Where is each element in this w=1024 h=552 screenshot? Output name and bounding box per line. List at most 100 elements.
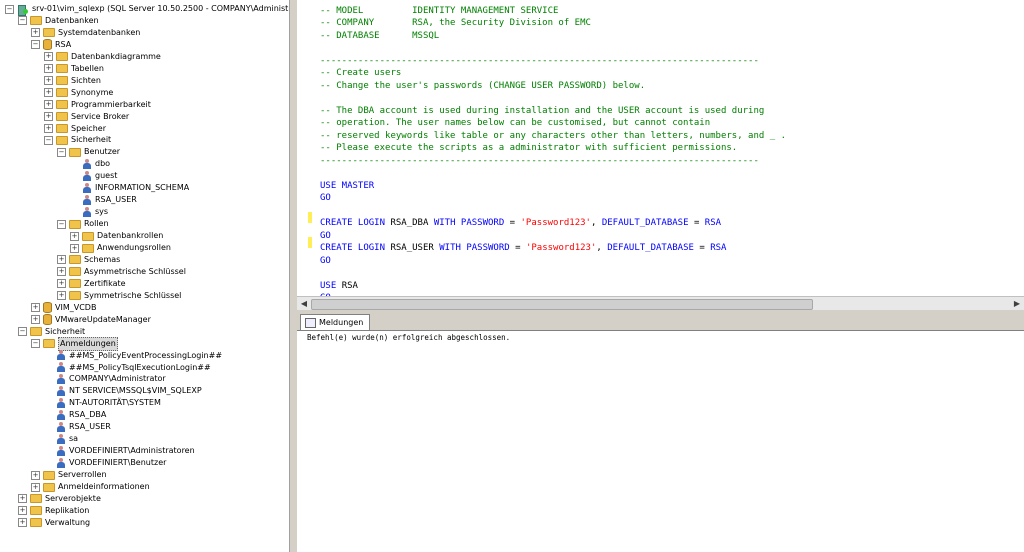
expand-icon[interactable]: + — [57, 291, 66, 301]
tab-messages[interactable]: Meldungen — [300, 314, 371, 330]
user-icon — [56, 457, 66, 469]
folder-icon — [56, 100, 68, 110]
expand-icon[interactable]: + — [57, 279, 66, 289]
expand-icon[interactable]: + — [57, 267, 66, 277]
tree-node[interactable]: + Replikation — [18, 505, 89, 517]
tree-node[interactable]: COMPANY\Administrator — [44, 373, 166, 385]
tree-node[interactable]: + Service Broker — [44, 111, 129, 123]
expand-icon[interactable]: + — [18, 506, 27, 516]
code-area[interactable]: -- PRODUCT RSA AUTHENTICATION MANAGER -- … — [320, 0, 1024, 296]
code-token: 'Password123' — [525, 243, 597, 253]
tree-node[interactable]: ##MS_PolicyEventProcessingLogin## — [44, 350, 222, 362]
tree-node[interactable]: INFORMATION_SCHEMA — [70, 182, 189, 194]
tree-node[interactable]: + Verwaltung — [18, 517, 90, 529]
tree-node[interactable]: NT SERVICE\MSSQL$VIM_SQLEXP — [44, 385, 202, 397]
collapse-icon[interactable]: − — [18, 16, 27, 26]
collapse-icon[interactable]: − — [31, 40, 40, 50]
tree-node[interactable]: dbo — [70, 158, 110, 170]
tree-node-label: Sicherheit — [71, 135, 112, 145]
tree-node[interactable]: + Tabellen — [44, 63, 104, 75]
user-icon — [56, 350, 66, 361]
horizontal-scrollbar[interactable]: ◀ ▶ — [297, 296, 1024, 311]
code-line: ----------------------------------------… — [320, 155, 1024, 168]
expand-icon[interactable]: + — [31, 315, 40, 325]
tree-node[interactable]: VORDEFINIERT\Administratoren — [44, 445, 195, 457]
tree-node-label: Schemas — [84, 254, 121, 264]
expand-icon[interactable]: + — [31, 470, 40, 480]
tree-node[interactable]: − srv-01\vim_sqlexp (SQL Server 10.50.250… — [5, 3, 289, 16]
tree-node[interactable]: + Serverobjekte — [18, 493, 101, 505]
folder-icon — [56, 88, 68, 98]
expand-icon[interactable]: + — [57, 255, 66, 265]
tree-node[interactable]: + Systemdatenbanken — [31, 27, 140, 39]
tree-node[interactable]: ##MS_PolicyTsqlExecutionLogin## — [44, 362, 211, 374]
folder-icon — [56, 64, 68, 74]
tree-node[interactable]: − Anmeldungen — [31, 336, 118, 351]
tree-node[interactable]: + Speicher — [44, 123, 106, 135]
expand-icon[interactable]: + — [44, 76, 53, 86]
tree-node-label: Replikation — [45, 505, 90, 515]
tree-node[interactable]: sys — [70, 206, 108, 218]
expand-icon[interactable]: + — [70, 231, 79, 241]
expand-icon[interactable]: + — [44, 100, 53, 110]
expand-icon[interactable]: + — [18, 518, 27, 528]
tree-node-label: ##MS_PolicyEventProcessingLogin## — [69, 350, 223, 360]
tree-node[interactable]: − RSA — [31, 39, 71, 51]
tree-node[interactable]: VORDEFINIERT\Benutzer — [44, 457, 166, 469]
tree-node[interactable]: RSA_USER — [44, 421, 111, 433]
query-editor[interactable]: -- PRODUCT RSA AUTHENTICATION MANAGER -- … — [297, 0, 1024, 296]
tree-node[interactable]: + Symmetrische Schlüssel — [57, 290, 181, 302]
expand-icon[interactable]: + — [31, 303, 40, 313]
tree-node[interactable]: RSA_DBA — [44, 409, 106, 421]
tree-node[interactable]: + VIM_VCDB — [31, 302, 96, 314]
server-icon — [17, 4, 29, 16]
tree-node[interactable]: − Datenbanken — [18, 15, 99, 27]
tree-node[interactable]: + Schemas — [57, 254, 120, 266]
tree-node[interactable]: guest — [70, 170, 117, 182]
code-line: GO — [320, 230, 1024, 243]
tree-node[interactable]: − Sicherheit — [44, 134, 111, 146]
expand-icon[interactable]: + — [70, 243, 79, 253]
collapse-icon[interactable]: − — [57, 147, 66, 157]
scroll-left-icon[interactable]: ◀ — [298, 298, 310, 310]
code-line: USE RSA — [320, 280, 1024, 293]
tree-node[interactable]: + Anmeldeinformationen — [31, 481, 150, 493]
tree-node[interactable]: + Datenbankrollen — [70, 230, 163, 242]
scroll-right-icon[interactable]: ▶ — [1011, 298, 1023, 310]
folder-icon — [30, 494, 42, 504]
code-token: 'Password123' — [520, 218, 591, 228]
expand-icon[interactable]: + — [44, 88, 53, 98]
tree-node[interactable]: + Programmierbarkeit — [44, 99, 151, 111]
code-line: -- Change the user's passwords (CHANGE U… — [320, 80, 1024, 93]
tree-node[interactable]: RSA_USER — [70, 194, 137, 206]
collapse-icon[interactable]: − — [18, 327, 27, 337]
expand-icon[interactable]: + — [31, 482, 40, 492]
folder-icon — [43, 28, 55, 38]
expand-icon[interactable]: + — [44, 124, 53, 133]
scrollbar-thumb[interactable] — [311, 299, 813, 310]
tree-node[interactable]: + Sichten — [44, 75, 101, 87]
tree-node[interactable]: NT-AUTORITÄT\SYSTEM — [44, 397, 161, 409]
collapse-icon[interactable]: − — [44, 135, 53, 145]
tree-node-label: guest — [95, 171, 118, 181]
collapse-icon[interactable]: − — [5, 4, 14, 14]
expand-icon[interactable]: + — [44, 64, 53, 74]
collapse-icon[interactable]: − — [31, 339, 40, 349]
expand-icon[interactable]: + — [44, 52, 53, 62]
expand-icon[interactable]: + — [18, 494, 27, 504]
object-explorer-tree[interactable]: − srv-01\vim_sqlexp (SQL Server 10.50.250… — [0, 0, 289, 552]
tree-node[interactable]: + Zertifikate — [57, 278, 126, 290]
tree-node[interactable]: + Datenbankdiagramme — [44, 51, 161, 63]
tree-node[interactable]: − Rollen — [57, 218, 109, 230]
expand-icon[interactable]: + — [31, 28, 40, 38]
tree-node[interactable]: sa — [44, 433, 78, 445]
tree-node[interactable]: + Asymmetrische Schlüssel — [57, 266, 186, 278]
tree-node[interactable]: + Anwendungsrollen — [70, 242, 171, 254]
tree-node[interactable]: + Synonyme — [44, 87, 113, 99]
tree-node[interactable]: − Benutzer — [57, 146, 120, 158]
collapse-icon[interactable]: − — [57, 219, 66, 229]
code-line: -- reserved keywords like table or any c… — [320, 130, 1024, 143]
expand-icon[interactable]: + — [44, 112, 53, 122]
tree-node[interactable]: + VMwareUpdateManager — [31, 314, 151, 326]
tree-node[interactable]: + Serverrollen — [31, 469, 107, 481]
